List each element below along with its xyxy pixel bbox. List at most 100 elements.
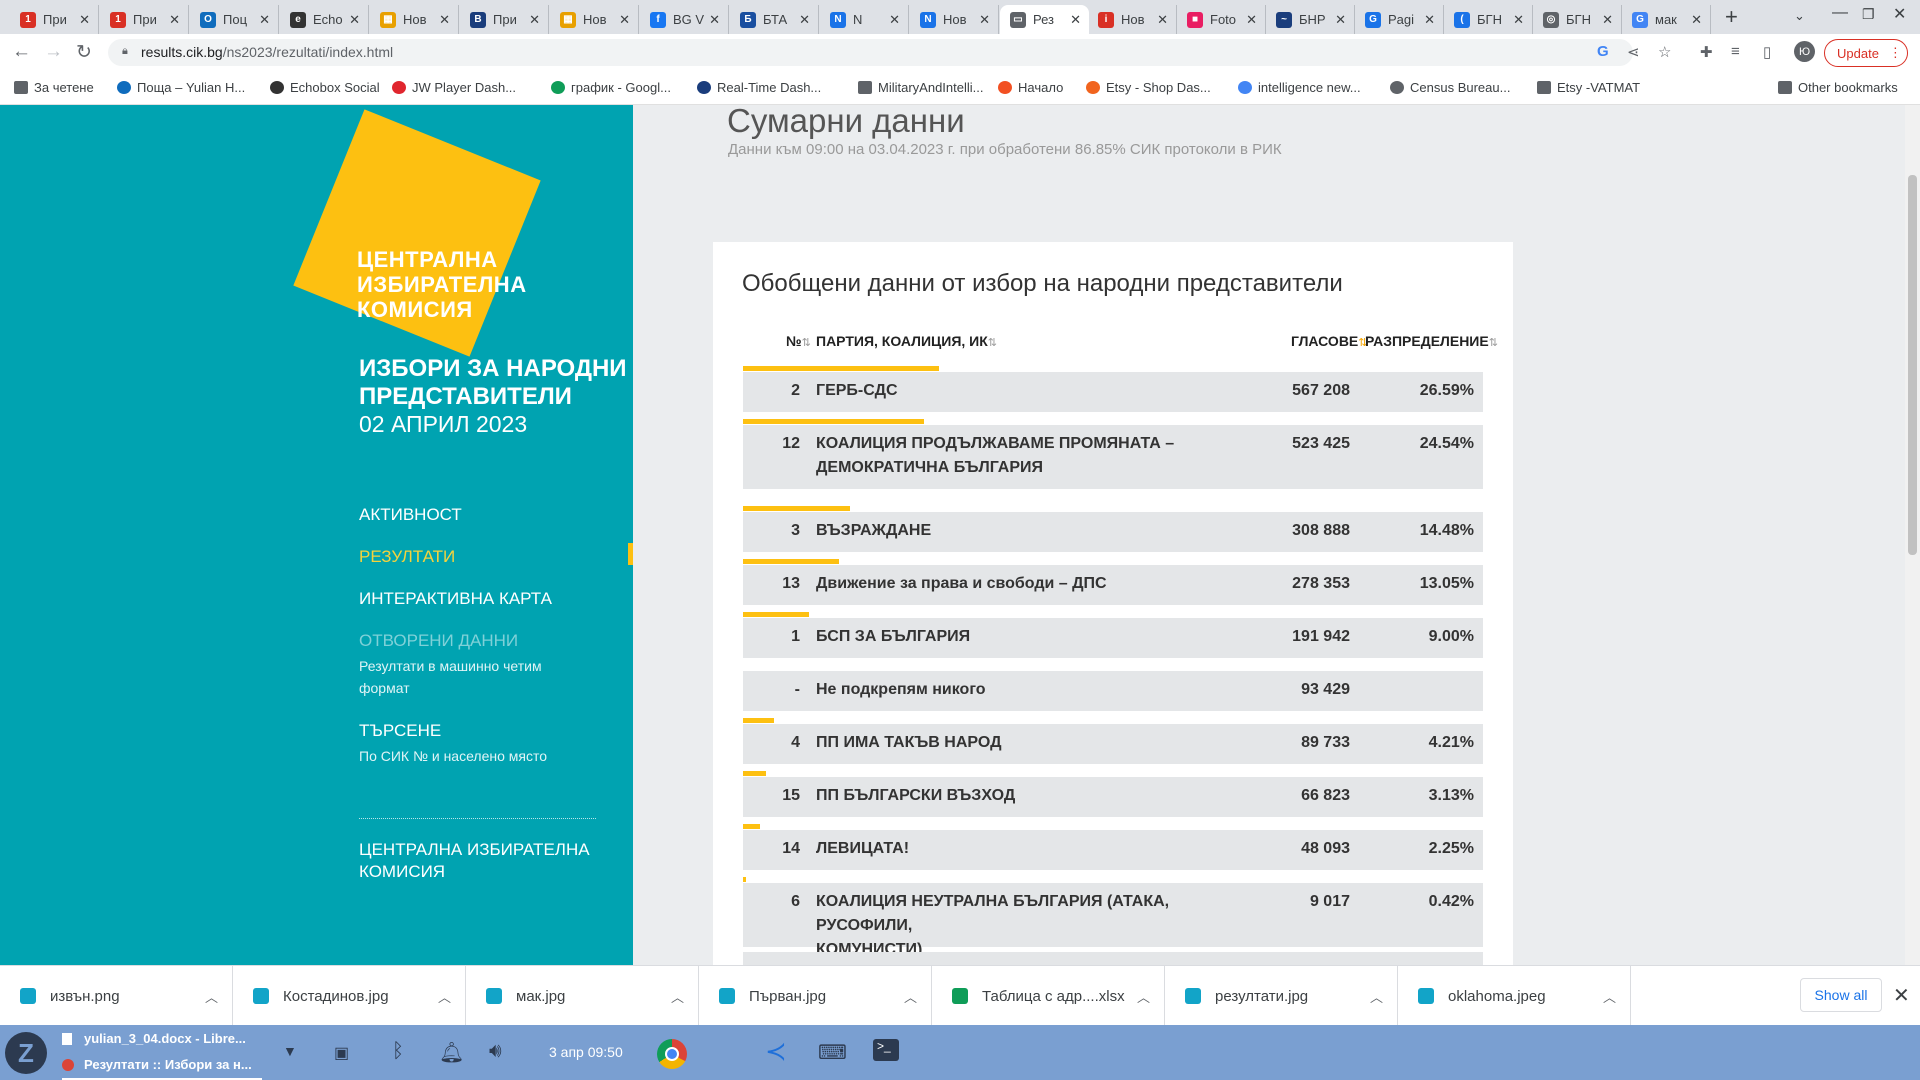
menu-results[interactable]: РЕЗУЛТАТИ [359, 547, 455, 567]
bookmark-item[interactable]: график - Googl... [551, 80, 671, 95]
chevron-up-icon[interactable]: ︿ [904, 987, 917, 1006]
menu-search[interactable]: ТЪРСЕНЕ [359, 721, 441, 741]
tab-search-icon[interactable]: ⌄ [1794, 8, 1805, 24]
chrome-icon[interactable] [657, 1039, 687, 1069]
vscode-icon[interactable]: ≺ [765, 1036, 787, 1067]
taskbar-item-writer[interactable]: yulian_3_04.docx - Libre... [62, 1031, 246, 1046]
browser-tab[interactable]: i Нов ✕ [1088, 5, 1177, 34]
bookmark-item[interactable]: Other bookmarks [1778, 80, 1898, 95]
cik-footer-link[interactable]: ЦЕНТРАЛНА ИЗБИРАТЕЛНА КОМИСИЯ [359, 839, 590, 883]
bookmark-item[interactable]: JW Player Dash... [392, 80, 516, 95]
download-item[interactable]: Таблица с адр....xlsx ︿ [932, 966, 1165, 1026]
browser-tab[interactable]: ▭ Рез ✕ [1000, 5, 1089, 34]
column-number-header[interactable]: №⇅ [786, 333, 811, 349]
tab-close-icon[interactable]: ✕ [1246, 12, 1257, 28]
tab-close-icon[interactable]: ✕ [349, 12, 360, 28]
bookmark-item[interactable]: Echobox Social [270, 80, 380, 95]
tab-close-icon[interactable]: ✕ [619, 12, 630, 28]
share-icon[interactable]: ⋖ [1627, 43, 1640, 61]
download-item[interactable]: извън.png ︿ [0, 966, 233, 1026]
taskbar-clock[interactable]: 3 апр 09:50 [549, 1044, 623, 1060]
scrollbar-thumb[interactable] [1908, 175, 1917, 555]
browser-tab[interactable]: (БГН ✕ [1444, 5, 1533, 34]
browser-tab[interactable]: B При ✕ [460, 5, 549, 34]
download-item[interactable]: Костадинов.jpg ︿ [233, 966, 466, 1026]
back-icon[interactable]: ← [12, 41, 31, 63]
new-tab-icon[interactable]: + [1725, 4, 1738, 30]
reading-list-icon[interactable]: ≡ [1731, 43, 1740, 60]
download-item[interactable]: oklahoma.jpeg ︿ [1398, 966, 1631, 1026]
bookmark-item[interactable]: Начало [998, 80, 1063, 95]
bookmark-item[interactable]: intelligence new... [1238, 80, 1361, 95]
keyboard-icon[interactable]: ⌨ [818, 1040, 847, 1065]
browser-tab[interactable]: G Pagi ✕ [1355, 5, 1444, 34]
window-close-icon[interactable]: ✕ [1893, 4, 1906, 24]
menu-activity[interactable]: АКТИВНОСТ [359, 505, 462, 525]
browser-tab[interactable]: N N ✕ [820, 5, 909, 34]
reload-icon[interactable]: ↻ [76, 41, 92, 64]
notifications-bell-icon[interactable]: 🔔︎ [439, 1040, 464, 1065]
browser-tab[interactable]: f BG V ✕ [640, 5, 729, 34]
column-votes-header[interactable]: ГЛАСОВЕ⇅ [1291, 333, 1368, 349]
bookmark-item[interactable]: Real-Time Dash... [697, 80, 821, 95]
chevron-up-icon[interactable]: ︿ [438, 987, 451, 1006]
menu-search-by-sik[interactable]: По СИК № и населено място [359, 745, 547, 767]
update-button[interactable]: Update ⋮ [1824, 39, 1908, 67]
close-downloads-icon[interactable]: ✕ [1893, 983, 1910, 1008]
restore-icon[interactable]: ❐ [1862, 6, 1875, 23]
download-item[interactable]: резултати.jpg ︿ [1165, 966, 1398, 1026]
tab-close-icon[interactable]: ✕ [259, 12, 270, 28]
browser-tab[interactable]: Gмак ✕ [1622, 5, 1711, 34]
table-row[interactable] [743, 952, 1483, 965]
column-party-header[interactable]: ПАРТИЯ, КОАЛИЦИЯ, ИК⇅ [816, 333, 997, 349]
tab-close-icon[interactable]: ✕ [1070, 12, 1081, 28]
chevron-up-icon[interactable]: ︿ [205, 987, 218, 1006]
chevron-up-icon[interactable]: ︿ [1370, 987, 1383, 1006]
side-panel-icon[interactable]: ▯ [1763, 43, 1771, 61]
tab-close-icon[interactable]: ✕ [709, 12, 720, 28]
browser-tab[interactable]: N Нов ✕ [910, 5, 999, 34]
zorin-menu-icon[interactable]: Z [5, 1032, 47, 1074]
terminal-icon[interactable]: >_ [873, 1039, 899, 1061]
taskbar-item-chrome[interactable]: Резултати :: Избори за н... [62, 1057, 252, 1072]
download-item[interactable]: Първан.jpg ︿ [699, 966, 932, 1026]
volume-icon[interactable]: 🔊︎ [489, 1040, 502, 1063]
tab-close-icon[interactable]: ✕ [1691, 12, 1702, 28]
tab-close-icon[interactable]: ✕ [979, 12, 990, 28]
show-all-downloads-button[interactable]: Show all [1800, 978, 1882, 1012]
browser-tab[interactable]: ▦ Нов ✕ [550, 5, 639, 34]
tab-close-icon[interactable]: ✕ [79, 12, 90, 28]
profile-avatar[interactable]: Ю [1794, 41, 1815, 62]
browser-tab[interactable]: 1 При ✕ [10, 5, 99, 34]
column-share-header[interactable]: РАЗПРЕДЕЛЕНИЕ⇅ [1365, 333, 1498, 349]
chevron-up-icon[interactable]: ︿ [671, 987, 684, 1006]
screenshot-icon[interactable]: ▣ [334, 1043, 349, 1063]
browser-tab[interactable]: O Поц ✕ [190, 5, 279, 34]
minimize-icon[interactable]: — [1832, 4, 1848, 22]
browser-tab[interactable]: Б БТА ✕ [730, 5, 819, 34]
tab-close-icon[interactable]: ✕ [1602, 12, 1613, 28]
bookmark-item[interactable]: MilitaryAndIntelli... [858, 80, 983, 95]
tab-close-icon[interactable]: ✕ [439, 12, 450, 28]
bookmark-star-icon[interactable]: ☆ [1658, 43, 1671, 61]
bookmark-item[interactable]: За четене [14, 80, 94, 95]
tab-close-icon[interactable]: ✕ [1424, 12, 1435, 28]
tab-close-icon[interactable]: ✕ [1335, 12, 1346, 28]
bookmark-item[interactable]: Etsy - Shop Das... [1086, 80, 1211, 95]
browser-tab[interactable]: 1 При ✕ [100, 5, 189, 34]
browser-tab[interactable]: ■ Foto ✕ [1177, 5, 1266, 34]
forward-icon[interactable]: → [44, 41, 63, 63]
browser-tab[interactable]: e Echo ✕ [280, 5, 369, 34]
browser-tab[interactable]: ~ БНР ✕ [1266, 5, 1355, 34]
bluetooth-icon[interactable]: ᛒ [392, 1040, 404, 1063]
browser-tab[interactable]: ◎ БГН ✕ [1533, 5, 1622, 34]
google-lens-icon[interactable]: G [1597, 43, 1609, 60]
network-icon[interactable]: ▼ [283, 1043, 297, 1059]
extensions-icon[interactable]: ✚ [1700, 43, 1713, 61]
chevron-up-icon[interactable]: ︿ [1137, 987, 1150, 1006]
bookmark-item[interactable]: Etsy -VATMAT [1537, 80, 1640, 95]
address-bar[interactable]: 🔒︎ results.cik.bg/ns2023/rezultati/index… [108, 39, 1633, 66]
menu-interactive-map[interactable]: ИНТЕРАКТИВНА КАРТА [359, 589, 552, 609]
tab-close-icon[interactable]: ✕ [529, 12, 540, 28]
browser-tab[interactable]: ▦ Нов ✕ [370, 5, 459, 34]
